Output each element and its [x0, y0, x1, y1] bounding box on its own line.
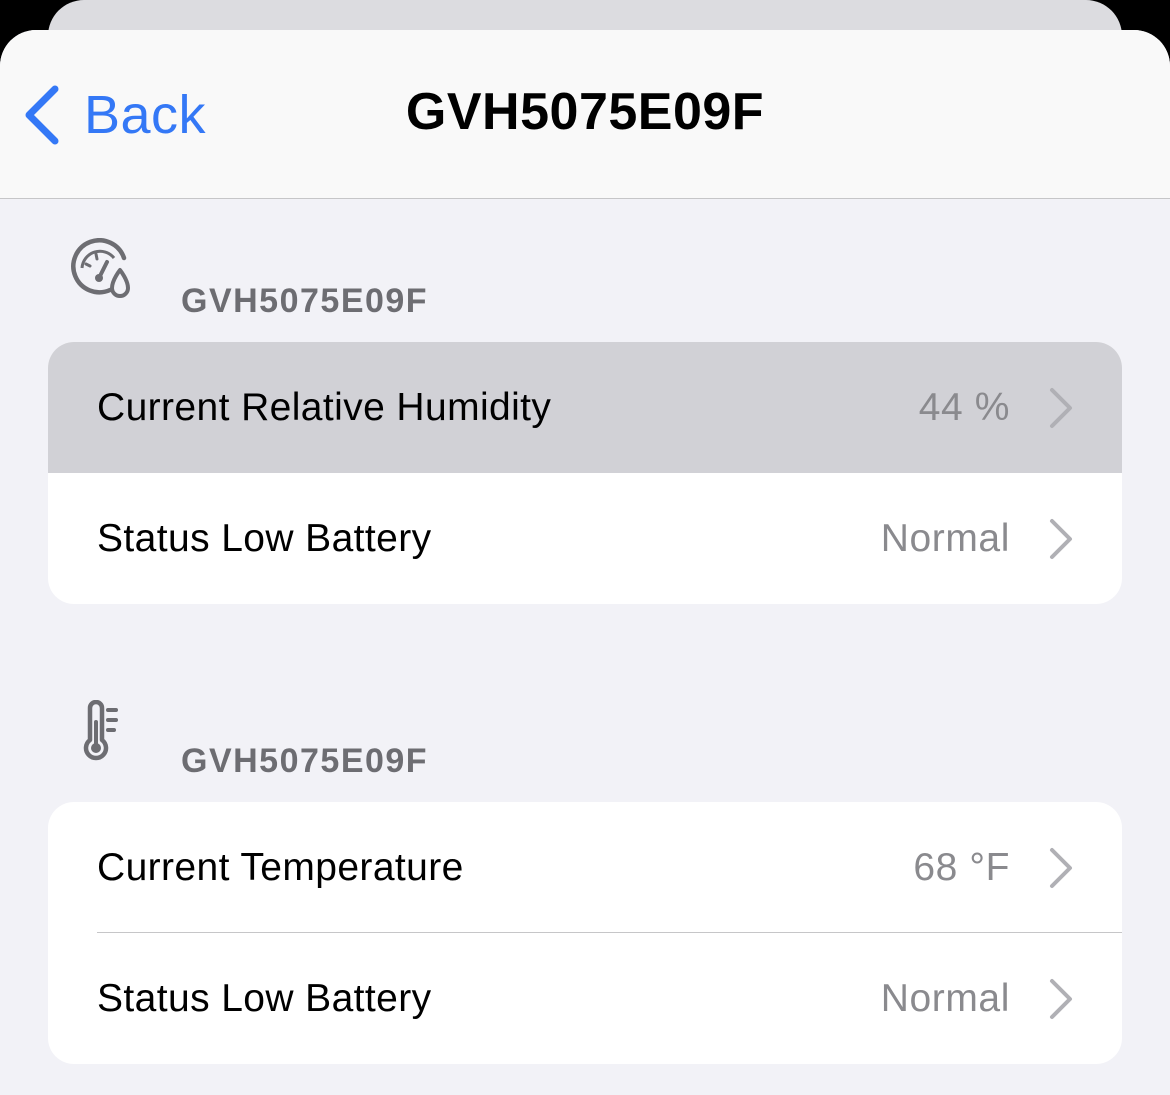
- row-value: Normal: [880, 516, 1010, 560]
- thermometer-icon: [83, 700, 118, 761]
- row-label: Status Low Battery: [97, 976, 432, 1020]
- row-label: Status Low Battery: [97, 516, 432, 560]
- section-header-temperature: GVH5075E09F: [0, 690, 1170, 780]
- row-label: Current Relative Humidity: [97, 385, 552, 429]
- section-title: GVH5075E09F: [181, 282, 429, 320]
- list-item-status-low-battery[interactable]: Status Low Battery Normal: [48, 473, 1122, 604]
- humidity-sensor-group: Current Relative Humidity 44 % Status Lo…: [48, 342, 1122, 604]
- row-label: Current Temperature: [97, 845, 464, 889]
- temperature-sensor-group: Current Temperature 68 °F Status Low Bat…: [48, 802, 1122, 1064]
- accessory-detail-sheet: Back GVH5075E09F GVH5075E09F Current Rel…: [0, 30, 1170, 1095]
- list-item-status-low-battery[interactable]: Status Low Battery Normal: [48, 933, 1122, 1064]
- row-value: 68 °F: [913, 845, 1010, 889]
- list-item-current-temperature[interactable]: Current Temperature 68 °F: [48, 802, 1122, 933]
- page-title: GVH5075E09F: [405, 83, 765, 141]
- section-header-humidity: GVH5075E09F: [0, 230, 1170, 320]
- list-item-current-relative-humidity[interactable]: Current Relative Humidity 44 %: [48, 342, 1122, 473]
- row-value: Normal: [880, 976, 1010, 1020]
- chevron-right-icon: [1050, 847, 1072, 888]
- humidity-gauge-icon: [71, 238, 130, 298]
- section-title: GVH5075E09F: [181, 742, 429, 780]
- row-value: 44 %: [918, 385, 1010, 429]
- chevron-right-icon: [1050, 978, 1072, 1019]
- chevron-right-icon: [1050, 518, 1072, 559]
- navigation-bar: Back GVH5075E09F: [0, 30, 1170, 199]
- chevron-right-icon: [1050, 387, 1072, 428]
